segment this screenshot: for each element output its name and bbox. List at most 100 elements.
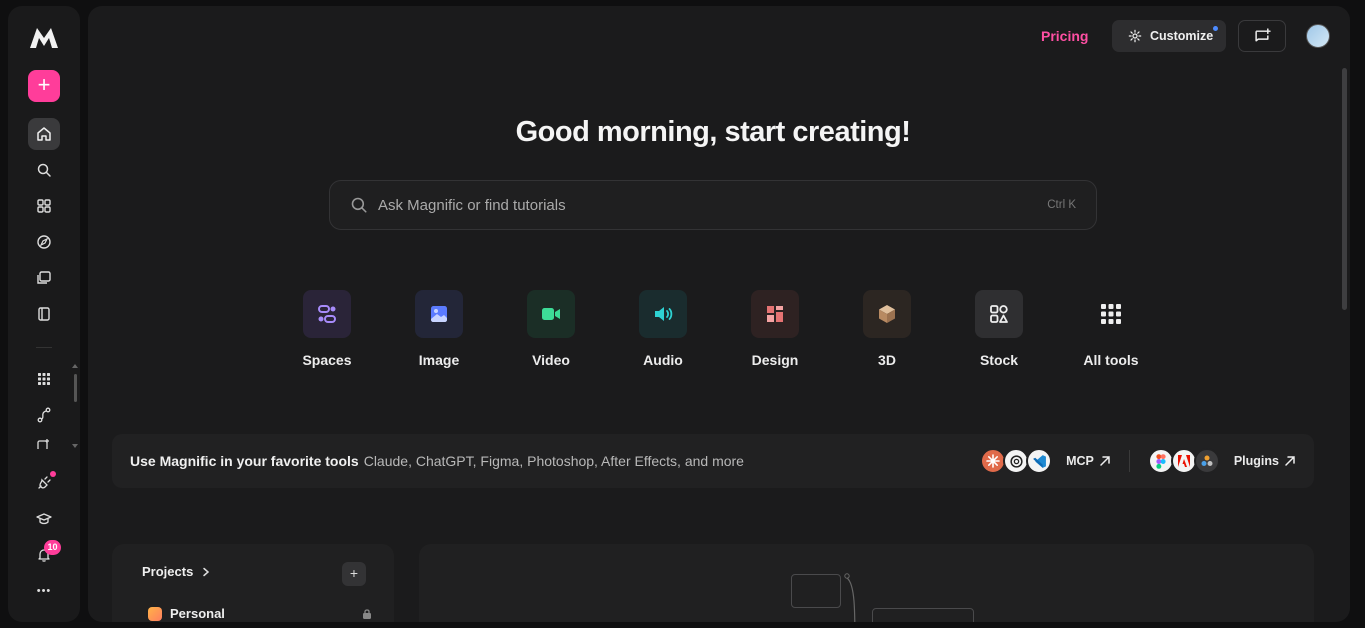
tool-design-tile[interactable] bbox=[751, 290, 799, 338]
shapes-icon bbox=[990, 305, 1008, 323]
project-color-swatch bbox=[148, 606, 162, 621]
search-icon bbox=[37, 163, 51, 177]
image-icon bbox=[431, 306, 447, 322]
tool-image[interactable]: Image bbox=[383, 290, 495, 368]
tool-stock[interactable]: Stock bbox=[943, 290, 1055, 368]
scroll-down-arrow[interactable] bbox=[72, 444, 78, 448]
sidebar-item-search[interactable] bbox=[28, 154, 60, 186]
banner-actions: MCP Plugins bbox=[980, 448, 1296, 474]
lock-icon bbox=[363, 609, 371, 619]
customize-indicator-dot bbox=[1213, 26, 1218, 31]
book-icon bbox=[38, 307, 50, 321]
tool-3d-tile[interactable] bbox=[863, 290, 911, 338]
customize-label: Customize bbox=[1150, 29, 1214, 43]
sidebar-item-discover[interactable] bbox=[28, 226, 60, 258]
tool-audio-tile[interactable] bbox=[639, 290, 687, 338]
dots-grid-icon bbox=[38, 373, 50, 385]
message-plus-icon bbox=[1254, 27, 1271, 41]
search-shortcut: Ctrl K bbox=[1047, 199, 1076, 211]
banner-title: Use Magnific in your favorite tools bbox=[130, 453, 359, 469]
projects-header[interactable]: Projects bbox=[142, 564, 211, 579]
sidebar-item-library[interactable] bbox=[28, 262, 60, 294]
tool-design-label: Design bbox=[751, 352, 799, 368]
customize-button[interactable]: Customize bbox=[1112, 20, 1226, 52]
davinci-logo-icon bbox=[1193, 448, 1220, 474]
tool-all-tools-tile[interactable] bbox=[1087, 290, 1135, 338]
tool-stock-label: Stock bbox=[979, 352, 1019, 368]
tool-3d[interactable]: 3D bbox=[831, 290, 943, 368]
sidebar: + 10 ••• bbox=[8, 6, 80, 622]
tool-audio-label: Audio bbox=[643, 352, 683, 368]
feedback-button[interactable] bbox=[1238, 20, 1286, 52]
tool-all-tools[interactable]: All tools bbox=[1055, 290, 1167, 368]
sidebar-divider bbox=[36, 347, 52, 348]
adobe-logo-icon bbox=[1170, 448, 1197, 474]
magnific-logo[interactable] bbox=[28, 26, 60, 50]
sidebar-item-academy[interactable] bbox=[28, 503, 60, 535]
projects-title: Projects bbox=[142, 564, 194, 579]
home-icon bbox=[37, 127, 51, 141]
speaker-icon bbox=[655, 307, 673, 321]
video-camera-icon bbox=[542, 308, 560, 320]
spaces-icon bbox=[318, 305, 336, 323]
add-project-button[interactable]: + bbox=[342, 562, 366, 586]
new-button[interactable]: + bbox=[28, 70, 60, 102]
tool-spaces[interactable]: Spaces bbox=[271, 290, 383, 368]
route-icon bbox=[37, 407, 51, 423]
canvas-connector bbox=[844, 573, 856, 622]
tool-audio[interactable]: Audio bbox=[607, 290, 719, 368]
more-menu-button[interactable]: ••• bbox=[28, 575, 60, 607]
grid-icon bbox=[37, 199, 51, 213]
tool-video-tile[interactable] bbox=[527, 290, 575, 338]
project-item[interactable]: Personal bbox=[148, 606, 225, 621]
edit-icon bbox=[37, 439, 49, 449]
vscode-logo-icon bbox=[1026, 448, 1053, 474]
plugins-link[interactable]: Plugins bbox=[1234, 454, 1296, 468]
tool-stock-tile[interactable] bbox=[975, 290, 1023, 338]
projects-panel: Projects + Personal bbox=[112, 544, 394, 622]
tool-spaces-tile[interactable] bbox=[303, 290, 351, 338]
tool-design[interactable]: Design bbox=[719, 290, 831, 368]
banner-divider bbox=[1128, 450, 1130, 472]
main-scrollbar[interactable] bbox=[1342, 68, 1347, 310]
gear-icon bbox=[1128, 29, 1142, 43]
user-avatar[interactable] bbox=[1306, 24, 1330, 48]
project-item-label: Personal bbox=[170, 606, 225, 621]
sidebar-item-all-tools[interactable] bbox=[28, 363, 60, 395]
canvas-preview-panel[interactable] bbox=[419, 544, 1314, 622]
banner-subtitle: Claude, ChatGPT, Figma, Photoshop, After… bbox=[363, 453, 744, 469]
scroll-up-arrow[interactable] bbox=[72, 364, 78, 368]
search-bar[interactable]: Ctrl K bbox=[329, 180, 1097, 230]
tool-image-label: Image bbox=[418, 352, 460, 368]
chevron-right-icon bbox=[203, 567, 210, 576]
search-input[interactable] bbox=[378, 196, 1048, 214]
sidebar-item-partial[interactable] bbox=[28, 435, 60, 449]
integrations-banner: Use Magnific in your favorite tools Clau… bbox=[112, 434, 1314, 488]
images-icon bbox=[37, 271, 51, 284]
plugins-label: Plugins bbox=[1233, 454, 1279, 468]
graduation-cap-icon bbox=[36, 513, 52, 525]
sidebar-scrollbar[interactable] bbox=[74, 374, 77, 402]
canvas-node bbox=[872, 608, 974, 622]
tool-3d-label: 3D bbox=[878, 352, 896, 368]
tool-video[interactable]: Video bbox=[495, 290, 607, 368]
dots-grid-icon bbox=[1101, 304, 1121, 324]
sidebar-item-apps[interactable] bbox=[28, 190, 60, 222]
plugins-notification-dot bbox=[50, 471, 56, 477]
figma-logo-icon bbox=[1147, 448, 1174, 474]
search-icon bbox=[351, 197, 367, 213]
plug-icon bbox=[38, 476, 51, 489]
arrow-up-right-icon bbox=[1285, 456, 1295, 466]
sidebar-item-workflows[interactable] bbox=[28, 399, 60, 431]
sidebar-item-learn[interactable] bbox=[28, 298, 60, 330]
tool-spaces-label: Spaces bbox=[302, 352, 352, 368]
tool-all-tools-label: All tools bbox=[1083, 352, 1139, 368]
tool-shortcuts: Spaces Image Video Audio Design 3D Stock… bbox=[271, 290, 1167, 368]
tool-video-label: Video bbox=[532, 352, 570, 368]
sidebar-item-home[interactable] bbox=[28, 118, 60, 150]
cube-icon bbox=[879, 305, 895, 323]
pricing-link[interactable]: Pricing bbox=[1041, 26, 1088, 46]
mcp-link[interactable]: MCP bbox=[1066, 454, 1111, 468]
main-content: Pricing Customize Good morning, start cr… bbox=[88, 6, 1350, 622]
tool-image-tile[interactable] bbox=[415, 290, 463, 338]
